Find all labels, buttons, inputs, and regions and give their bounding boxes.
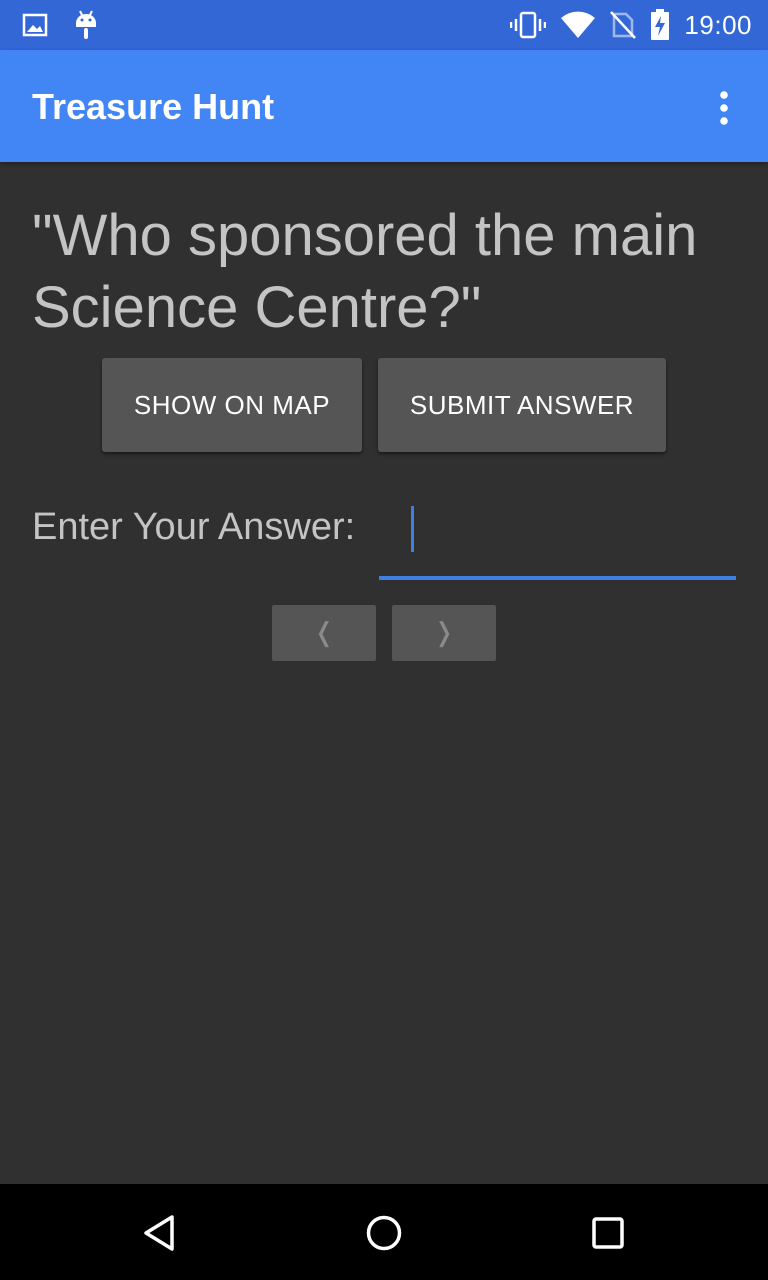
submit-answer-button[interactable]: SUBMIT ANSWER	[378, 358, 666, 452]
answer-label: Enter Your Answer:	[32, 506, 356, 548]
answer-input[interactable]	[379, 500, 736, 580]
app-bar: Treasure Hunt	[0, 50, 768, 162]
home-icon[interactable]	[359, 1208, 409, 1258]
system-nav-bar	[0, 1184, 768, 1280]
android-icon	[74, 9, 98, 41]
app-title: Treasure Hunt	[32, 86, 275, 127]
battery-charging-icon	[650, 9, 670, 41]
chevron-right-icon: ❭	[433, 618, 455, 648]
back-icon[interactable]	[135, 1208, 185, 1258]
vibrate-icon	[510, 11, 547, 39]
recent-apps-icon[interactable]	[583, 1208, 633, 1258]
status-right-icons: 19:00	[510, 8, 752, 42]
question-text: "Who sponsored the main Science Centre?"	[32, 203, 698, 340]
chevron-left-icon: ❬	[313, 618, 335, 648]
no-sim-icon	[610, 10, 637, 40]
status-left-icons	[22, 10, 98, 40]
wifi-icon	[560, 11, 596, 39]
more-vert-icon[interactable]	[704, 88, 744, 128]
next-button[interactable]: ❭	[392, 605, 496, 661]
status-time: 19:00	[684, 9, 752, 40]
previous-button[interactable]: ❬	[272, 605, 376, 661]
text-caret	[411, 506, 414, 552]
image-icon	[22, 13, 48, 37]
show-on-map-button[interactable]: SHOW ON MAP	[102, 358, 362, 452]
status-bar: 19:00	[0, 0, 768, 50]
